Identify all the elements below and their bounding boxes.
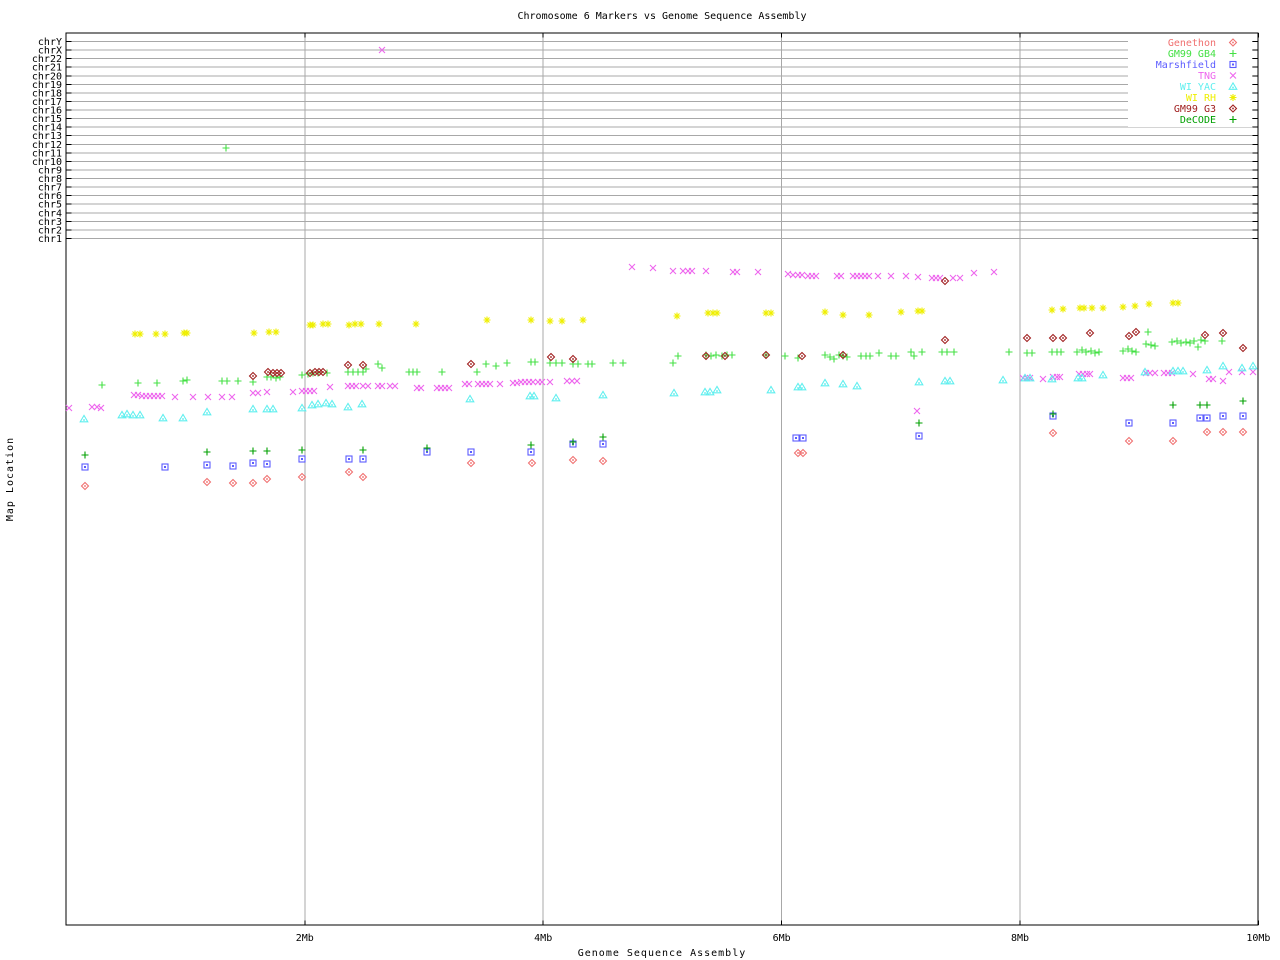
plot-border-layer [65,32,1259,926]
x-tick-label-8mb: 8Mb [1011,933,1029,944]
x-tick-label-6mb: 6Mb [773,933,791,944]
legend-label-wi-yac: WI YAC [1180,82,1216,93]
legend-label-marshfield: Marshfield [1156,60,1216,71]
y-axis-title: Map Location [5,437,16,521]
legend: GenethonGM99 GB4MarshfieldTNGWI YACWI RH… [1128,35,1252,127]
series-marshfield [81,412,1247,471]
gridlines-layer [304,33,1021,925]
legend-label-tng: TNG [1198,71,1216,82]
y-tick-label-chr1: chr1 [38,234,62,245]
series-gm99-gb4 [98,144,1226,389]
legend-label-gm99-gb4: GM99 GB4 [1168,49,1216,60]
x-tick-label-4mb: 4Mb [534,933,552,944]
data-points-layer [65,46,1258,491]
series-genethon [80,427,1248,491]
chart-title: Chromosome 6 Markers vs Genome Sequence … [518,11,807,22]
scatter-plot: chrYchrXchr22chr21chr20chr19chr18chr17ch… [5,11,1270,959]
legend-label-wi-rh: WI RH [1186,93,1216,104]
legend-label-gm99-g3: GM99 G3 [1174,104,1216,115]
x-tick-label-2mb: 2Mb [296,933,314,944]
chromosome-rows-layer: chrYchrXchr22chr21chr20chr19chr18chr17ch… [32,37,1258,245]
series-wi-rh [131,299,1182,338]
x-axis-title: Genome Sequence Assembly [578,948,747,959]
legend-label-genethon: Genethon [1168,38,1216,49]
series-tng [65,46,1257,415]
legend-label-decode: DeCODE [1180,115,1216,126]
series-decode [81,397,1247,459]
x-tick-label-10mb: 10Mb [1246,933,1270,944]
plot-border [65,32,1259,926]
chart-canvas: chrY chrX chr22 chr21 chr20 chr19 chr18 chr17 ch… [0,0,1280,960]
series-gm99-g3 [248,276,1248,381]
